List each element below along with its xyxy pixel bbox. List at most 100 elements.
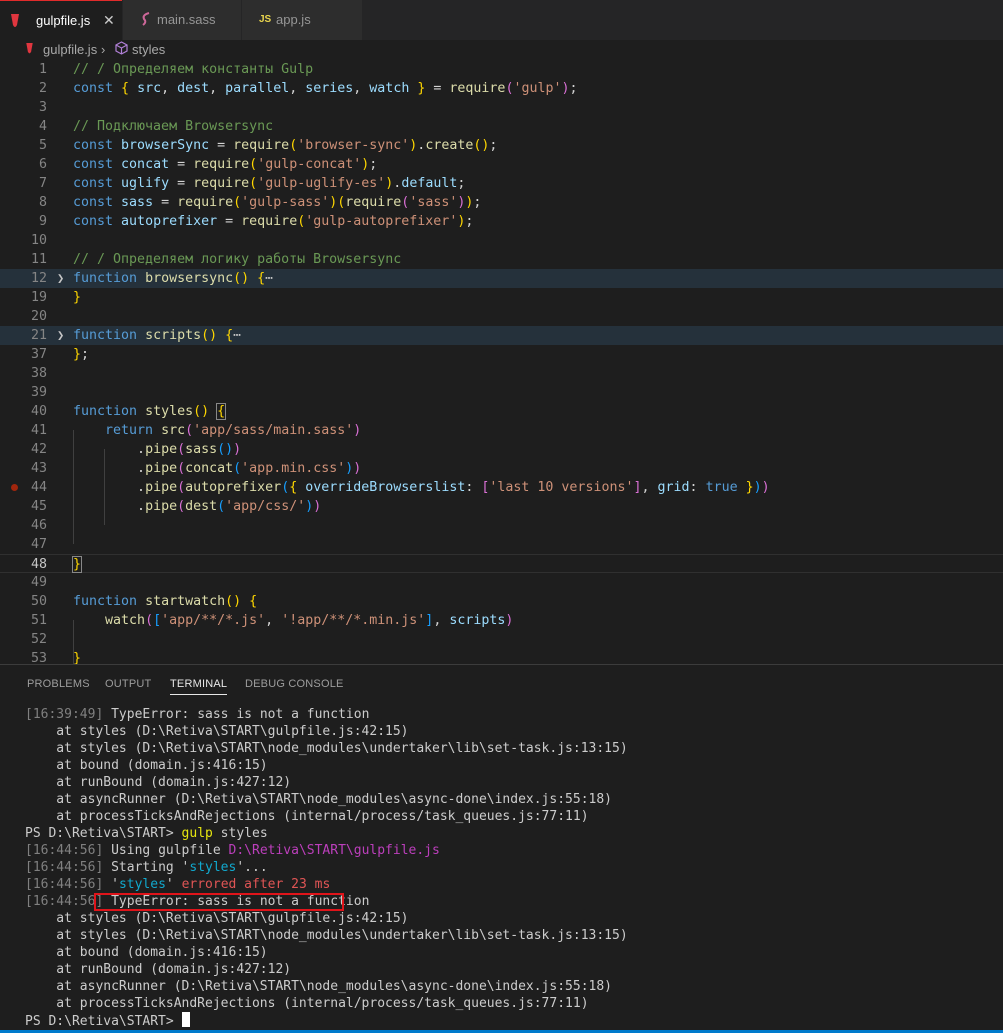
js-icon: JS <box>259 14 272 25</box>
line-number: 20 <box>30 309 47 324</box>
code-line: 40 function styles() { <box>0 402 1003 421</box>
fold-chevron-icon[interactable]: ❯ <box>57 326 64 345</box>
line-number: 48 <box>30 557 47 572</box>
terminal-line: at asyncRunner (D:\Retiva\START\node_mod… <box>25 792 612 807</box>
terminal-line: [16:44:56] Using gulpfile D:\Retiva\STAR… <box>25 843 440 858</box>
terminal-cursor <box>181 1012 190 1027</box>
terminal-prompt-line: PS D:\Retiva\START> gulp styles <box>25 826 268 841</box>
line-number: 38 <box>30 366 47 381</box>
line-number: 11 <box>30 252 47 267</box>
line-number: 45 <box>30 499 47 514</box>
terminal-line: [16:44:56] 'styles' errored after 23 ms <box>25 877 331 892</box>
line-number: 52 <box>30 632 47 647</box>
code-line: 9 const autoprefixer = require('gulp-auto… <box>0 212 1003 231</box>
line-number: 21 <box>30 328 47 343</box>
gulp-icon <box>26 43 33 58</box>
gulp-icon <box>11 14 19 32</box>
terminal-line: at processTicksAndRejections (internal/p… <box>25 996 589 1011</box>
breadcrumb-symbol[interactable]: styles <box>132 42 165 57</box>
code-line: 11 // / Определяем логику работы Browsers… <box>0 250 1003 269</box>
code-line: 38 <box>0 364 1003 383</box>
line-number: 7 <box>38 176 47 191</box>
code-line: 49 <box>0 573 1003 592</box>
cube-icon <box>115 41 128 58</box>
line-number: 41 <box>30 423 47 438</box>
code-line: 6 const concat = require('gulp-concat'); <box>0 155 1003 174</box>
breadcrumb-separator: › <box>101 42 106 57</box>
breadcrumb: gulpfile.js › styles <box>0 40 1003 60</box>
code-line: 2 const { src, dest, parallel, series, wa… <box>0 79 1003 98</box>
folded-ellipsis[interactable]: ⋯ <box>233 328 241 343</box>
code-line: 52 <box>0 630 1003 649</box>
tab-main-sass[interactable]: main.sass <box>123 0 241 40</box>
code-line: 50 function startwatch() { <box>0 592 1003 611</box>
terminal-line: at runBound (domain.js:427:12) <box>25 962 292 977</box>
error-highlight-box <box>94 893 344 911</box>
fold-chevron-icon[interactable]: ❯ <box>57 269 64 288</box>
terminal-line: at bound (domain.js:416:15) <box>25 758 268 773</box>
terminal-line: at styles (D:\Retiva\START\node_modules\… <box>25 928 628 943</box>
code-editor[interactable]: 1 // / Определяем константы Gulp 2 const {… <box>0 60 1003 664</box>
line-number: 10 <box>30 233 47 248</box>
tab-gulpfile[interactable]: gulpfile.js ✕ <box>0 0 122 40</box>
code-line: 8 const sass = require('gulp-sass')(requi… <box>0 193 1003 212</box>
terminal-line: at bound (domain.js:416:15) <box>25 945 268 960</box>
line-number: 50 <box>30 594 47 609</box>
tab-output[interactable]: OUTPUT <box>105 678 151 690</box>
line-number: 47 <box>30 537 47 552</box>
code-line: 43 .pipe(concat('app.min.css')) <box>0 459 1003 478</box>
tab-label: gulpfile.js <box>36 13 91 28</box>
code-line-current: 48} <box>0 554 1003 573</box>
tab-debug-console[interactable]: DEBUG CONSOLE <box>245 678 344 690</box>
code-line: 46 <box>0 516 1003 535</box>
line-number: 12 <box>30 271 47 286</box>
line-number: 19 <box>30 290 47 305</box>
code-line: 44 .pipe(autoprefixer({ overrideBrowsers… <box>0 478 1003 497</box>
line-number: 46 <box>30 518 47 533</box>
code-line: 20 <box>0 307 1003 326</box>
breadcrumb-file[interactable]: gulpfile.js <box>43 42 97 57</box>
code-line: 5 const browserSync = require('browser-sy… <box>0 136 1003 155</box>
code-line: 7 const uglify = require('gulp-uglify-es'… <box>0 174 1003 193</box>
line-number: 3 <box>38 100 47 115</box>
code-line: 42 .pipe(sass()) <box>0 440 1003 459</box>
terminal-line: at styles (D:\Retiva\START\node_modules\… <box>25 741 628 756</box>
code-line: 51 watch(['app/**/*.js', '!app/**/*.min.… <box>0 611 1003 630</box>
terminal-prompt-line: PS D:\Retiva\START> <box>25 1012 190 1029</box>
line-number: 44 <box>30 480 47 495</box>
code-line: 47 <box>0 535 1003 554</box>
line-number: 51 <box>30 613 47 628</box>
terminal-line: [16:39:49] TypeError: sass is not a func… <box>25 707 370 722</box>
line-number: 6 <box>38 157 47 172</box>
code-line: 37}; <box>0 345 1003 364</box>
terminal-line: at styles (D:\Retiva\START\gulpfile.js:4… <box>25 911 409 926</box>
terminal-line: at runBound (domain.js:427:12) <box>25 775 292 790</box>
tab-problems[interactable]: PROBLEMS <box>27 678 90 690</box>
code-line: 41 return src('app/sass/main.sass') <box>0 421 1003 440</box>
terminal-line: at styles (D:\Retiva\START\gulpfile.js:4… <box>25 724 409 739</box>
line-number: 1 <box>38 62 47 77</box>
folded-ellipsis[interactable]: ⋯ <box>265 271 273 286</box>
code-line: 10 <box>0 231 1003 250</box>
line-number: 4 <box>38 119 47 134</box>
code-line: 19} <box>0 288 1003 307</box>
sass-icon <box>140 12 152 29</box>
line-number: 42 <box>30 442 47 457</box>
tab-label: app.js <box>276 12 311 27</box>
line-number: 5 <box>38 138 47 153</box>
editor-tab-bar: gulpfile.js ✕ main.sass JS app.js <box>0 0 1003 40</box>
comment: // / Определяем константы Gulp <box>73 62 314 77</box>
code-line-folded: 21 ❯ function scripts() {⋯ <box>0 326 1003 345</box>
code-line: 53} <box>0 649 1003 664</box>
code-line-folded: 12 ❯ function browsersync() {⋯ <box>0 269 1003 288</box>
tab-terminal[interactable]: TERMINAL <box>170 678 228 695</box>
line-number: 9 <box>38 214 47 229</box>
line-number: 43 <box>30 461 47 476</box>
code-line: 39 <box>0 383 1003 402</box>
line-number: 49 <box>30 575 47 590</box>
tab-app-js[interactable]: JS app.js <box>242 0 362 40</box>
code-line: 3 <box>0 98 1003 117</box>
line-number: 53 <box>30 651 47 664</box>
close-icon[interactable]: ✕ <box>103 12 115 29</box>
line-number: 39 <box>30 385 47 400</box>
